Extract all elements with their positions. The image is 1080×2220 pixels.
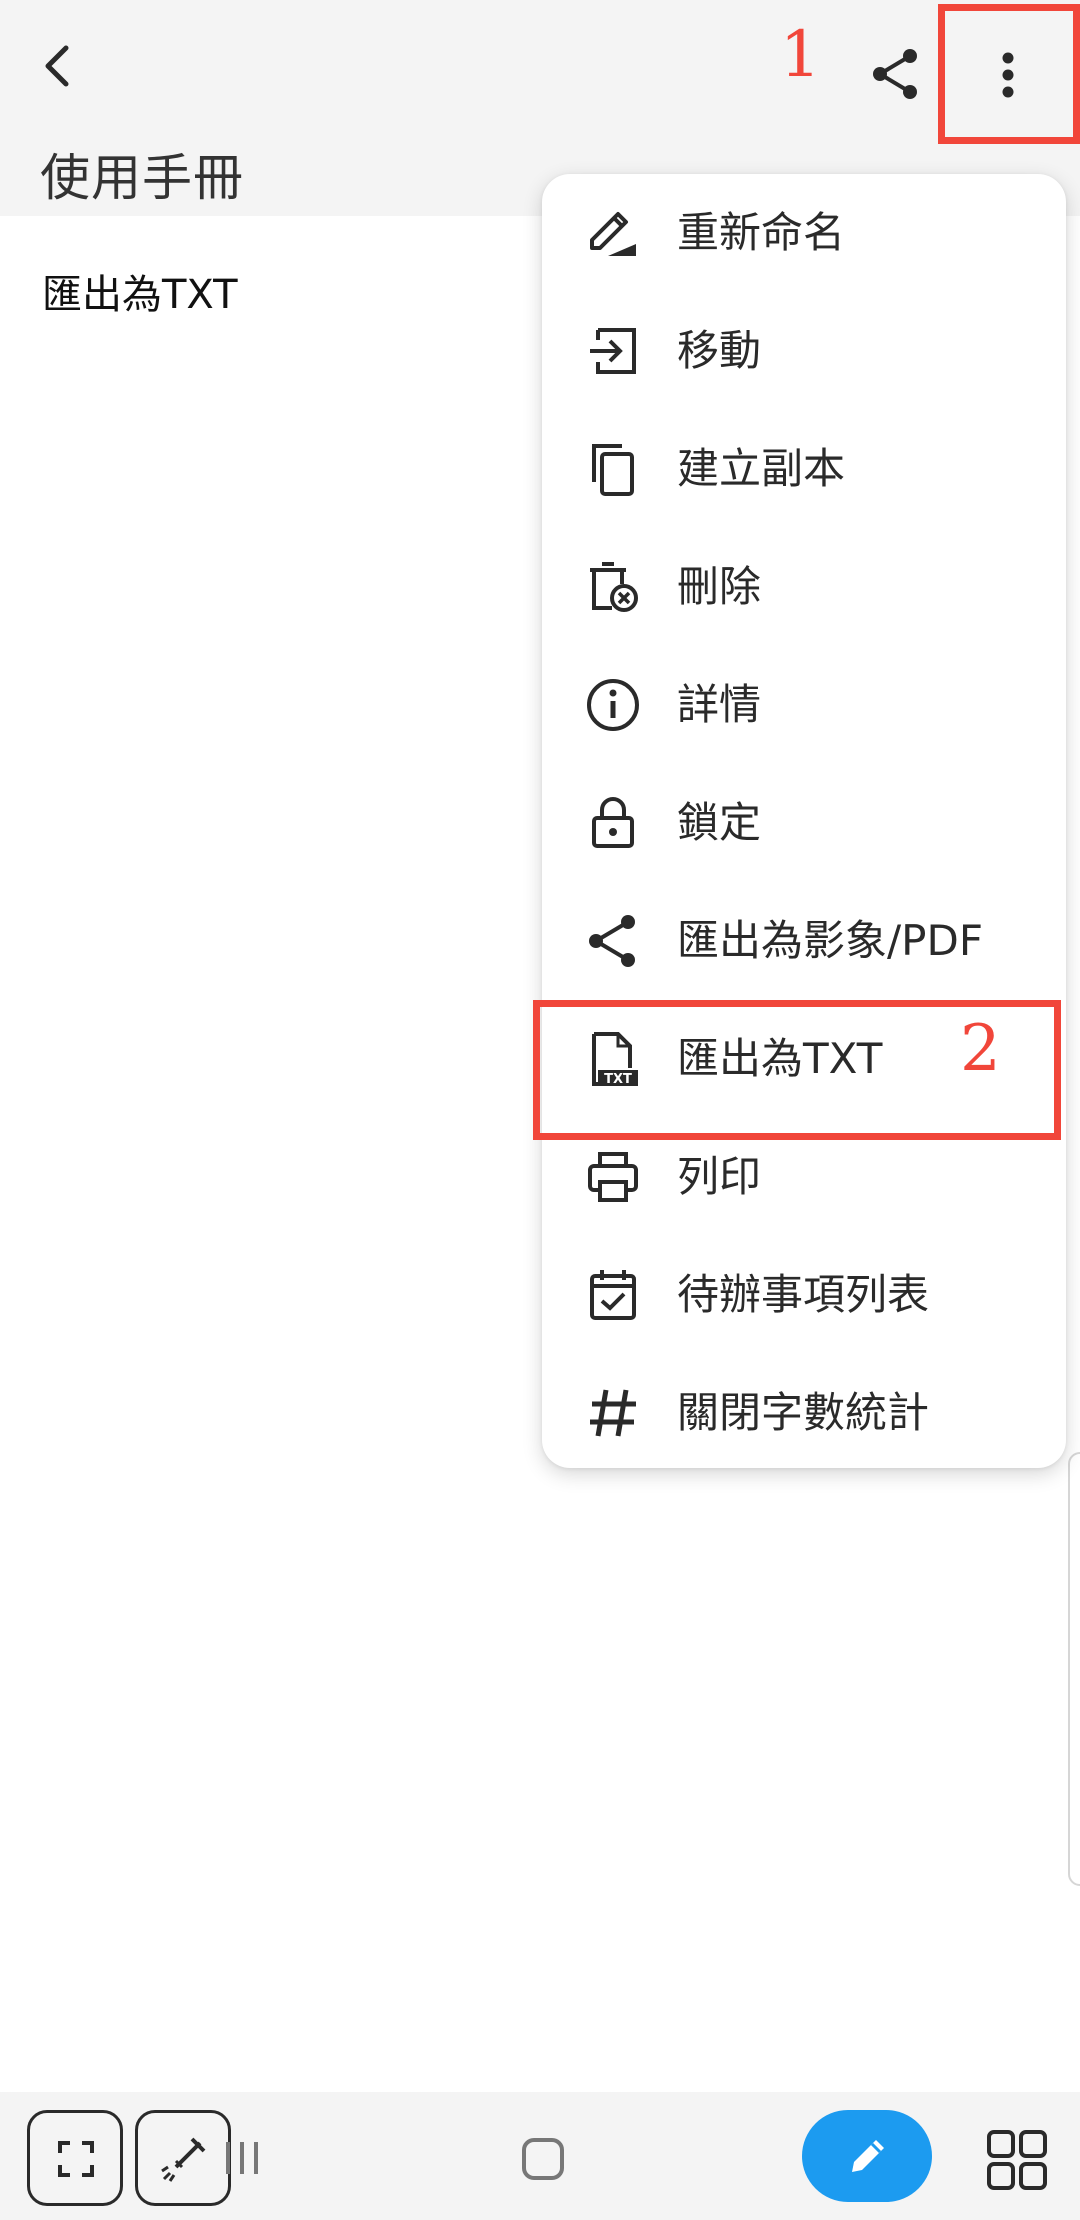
menu-item-todo-list[interactable]: 待辦事項列表	[542, 1236, 1066, 1354]
move-icon	[590, 328, 636, 374]
info-icon	[587, 679, 639, 731]
menu-item-label: 詳情	[677, 680, 762, 729]
menu-item-move[interactable]: 移動	[542, 292, 1066, 410]
delete-icon	[590, 562, 638, 612]
fullscreen-button[interactable]	[27, 2110, 123, 2206]
edit-pen-button[interactable]	[802, 2110, 932, 2202]
copy-icon	[592, 444, 634, 496]
menu-item-label: 建立副本	[677, 444, 846, 493]
share-icon	[589, 915, 635, 967]
brush-tool-button[interactable]	[135, 2110, 231, 2206]
menu-item-label: 匯出為影象/PDF	[677, 916, 983, 965]
print-icon	[588, 1152, 638, 1202]
recents-icon[interactable]	[222, 2138, 262, 2178]
back-arrow-icon	[45, 45, 69, 87]
home-icon[interactable]	[520, 2136, 566, 2182]
lock-icon	[592, 797, 634, 848]
menu-item-label: 關閉字數統計	[677, 1388, 930, 1437]
annotation-step-1-number: 1	[780, 18, 821, 92]
pen-icon	[852, 2140, 884, 2172]
menu-item-delete[interactable]: 刪除	[542, 528, 1066, 646]
menu-item-label: 刪除	[677, 562, 762, 611]
menu-item-duplicate[interactable]: 建立副本	[542, 410, 1066, 528]
share-icon	[873, 49, 917, 99]
page-title: 使用手冊	[40, 149, 244, 207]
annotation-step-2-number: 2	[960, 1012, 1001, 1086]
menu-item-word-count-off[interactable]: 關閉字數統計	[542, 1354, 1066, 1472]
menu-item-export-image-pdf[interactable]: 匯出為影象/PDF	[542, 882, 1066, 1000]
checklist-calendar-icon	[590, 1270, 636, 1320]
rename-icon	[590, 212, 636, 256]
back-button[interactable]	[28, 36, 88, 96]
menu-item-lock[interactable]: 鎖定	[542, 764, 1066, 882]
fullscreen-icon	[58, 2141, 94, 2177]
menu-item-label: 待辦事項列表	[677, 1270, 930, 1319]
menu-item-label: 移動	[677, 326, 762, 375]
note-content[interactable]: 匯出為TXT	[42, 262, 238, 320]
bottom-toolbar	[0, 2092, 1080, 2220]
menu-item-details[interactable]: 詳情	[542, 646, 1066, 764]
share-button[interactable]	[866, 44, 926, 104]
annotation-step-1-box	[938, 4, 1080, 144]
hash-icon	[590, 1389, 636, 1437]
grid-icon[interactable]	[985, 2128, 1049, 2192]
brush-icon	[161, 2137, 206, 2182]
menu-item-label: 鎖定	[677, 798, 762, 847]
side-panel-edge	[1068, 1452, 1080, 1886]
overflow-menu: 重新命名 移動 建立副本 刪除 詳情 鎖定 匯出為影象/PDF TXT 匯出為T…	[542, 174, 1066, 1468]
menu-item-label: 重新命名	[677, 208, 846, 257]
menu-item-rename[interactable]: 重新命名	[542, 174, 1066, 292]
